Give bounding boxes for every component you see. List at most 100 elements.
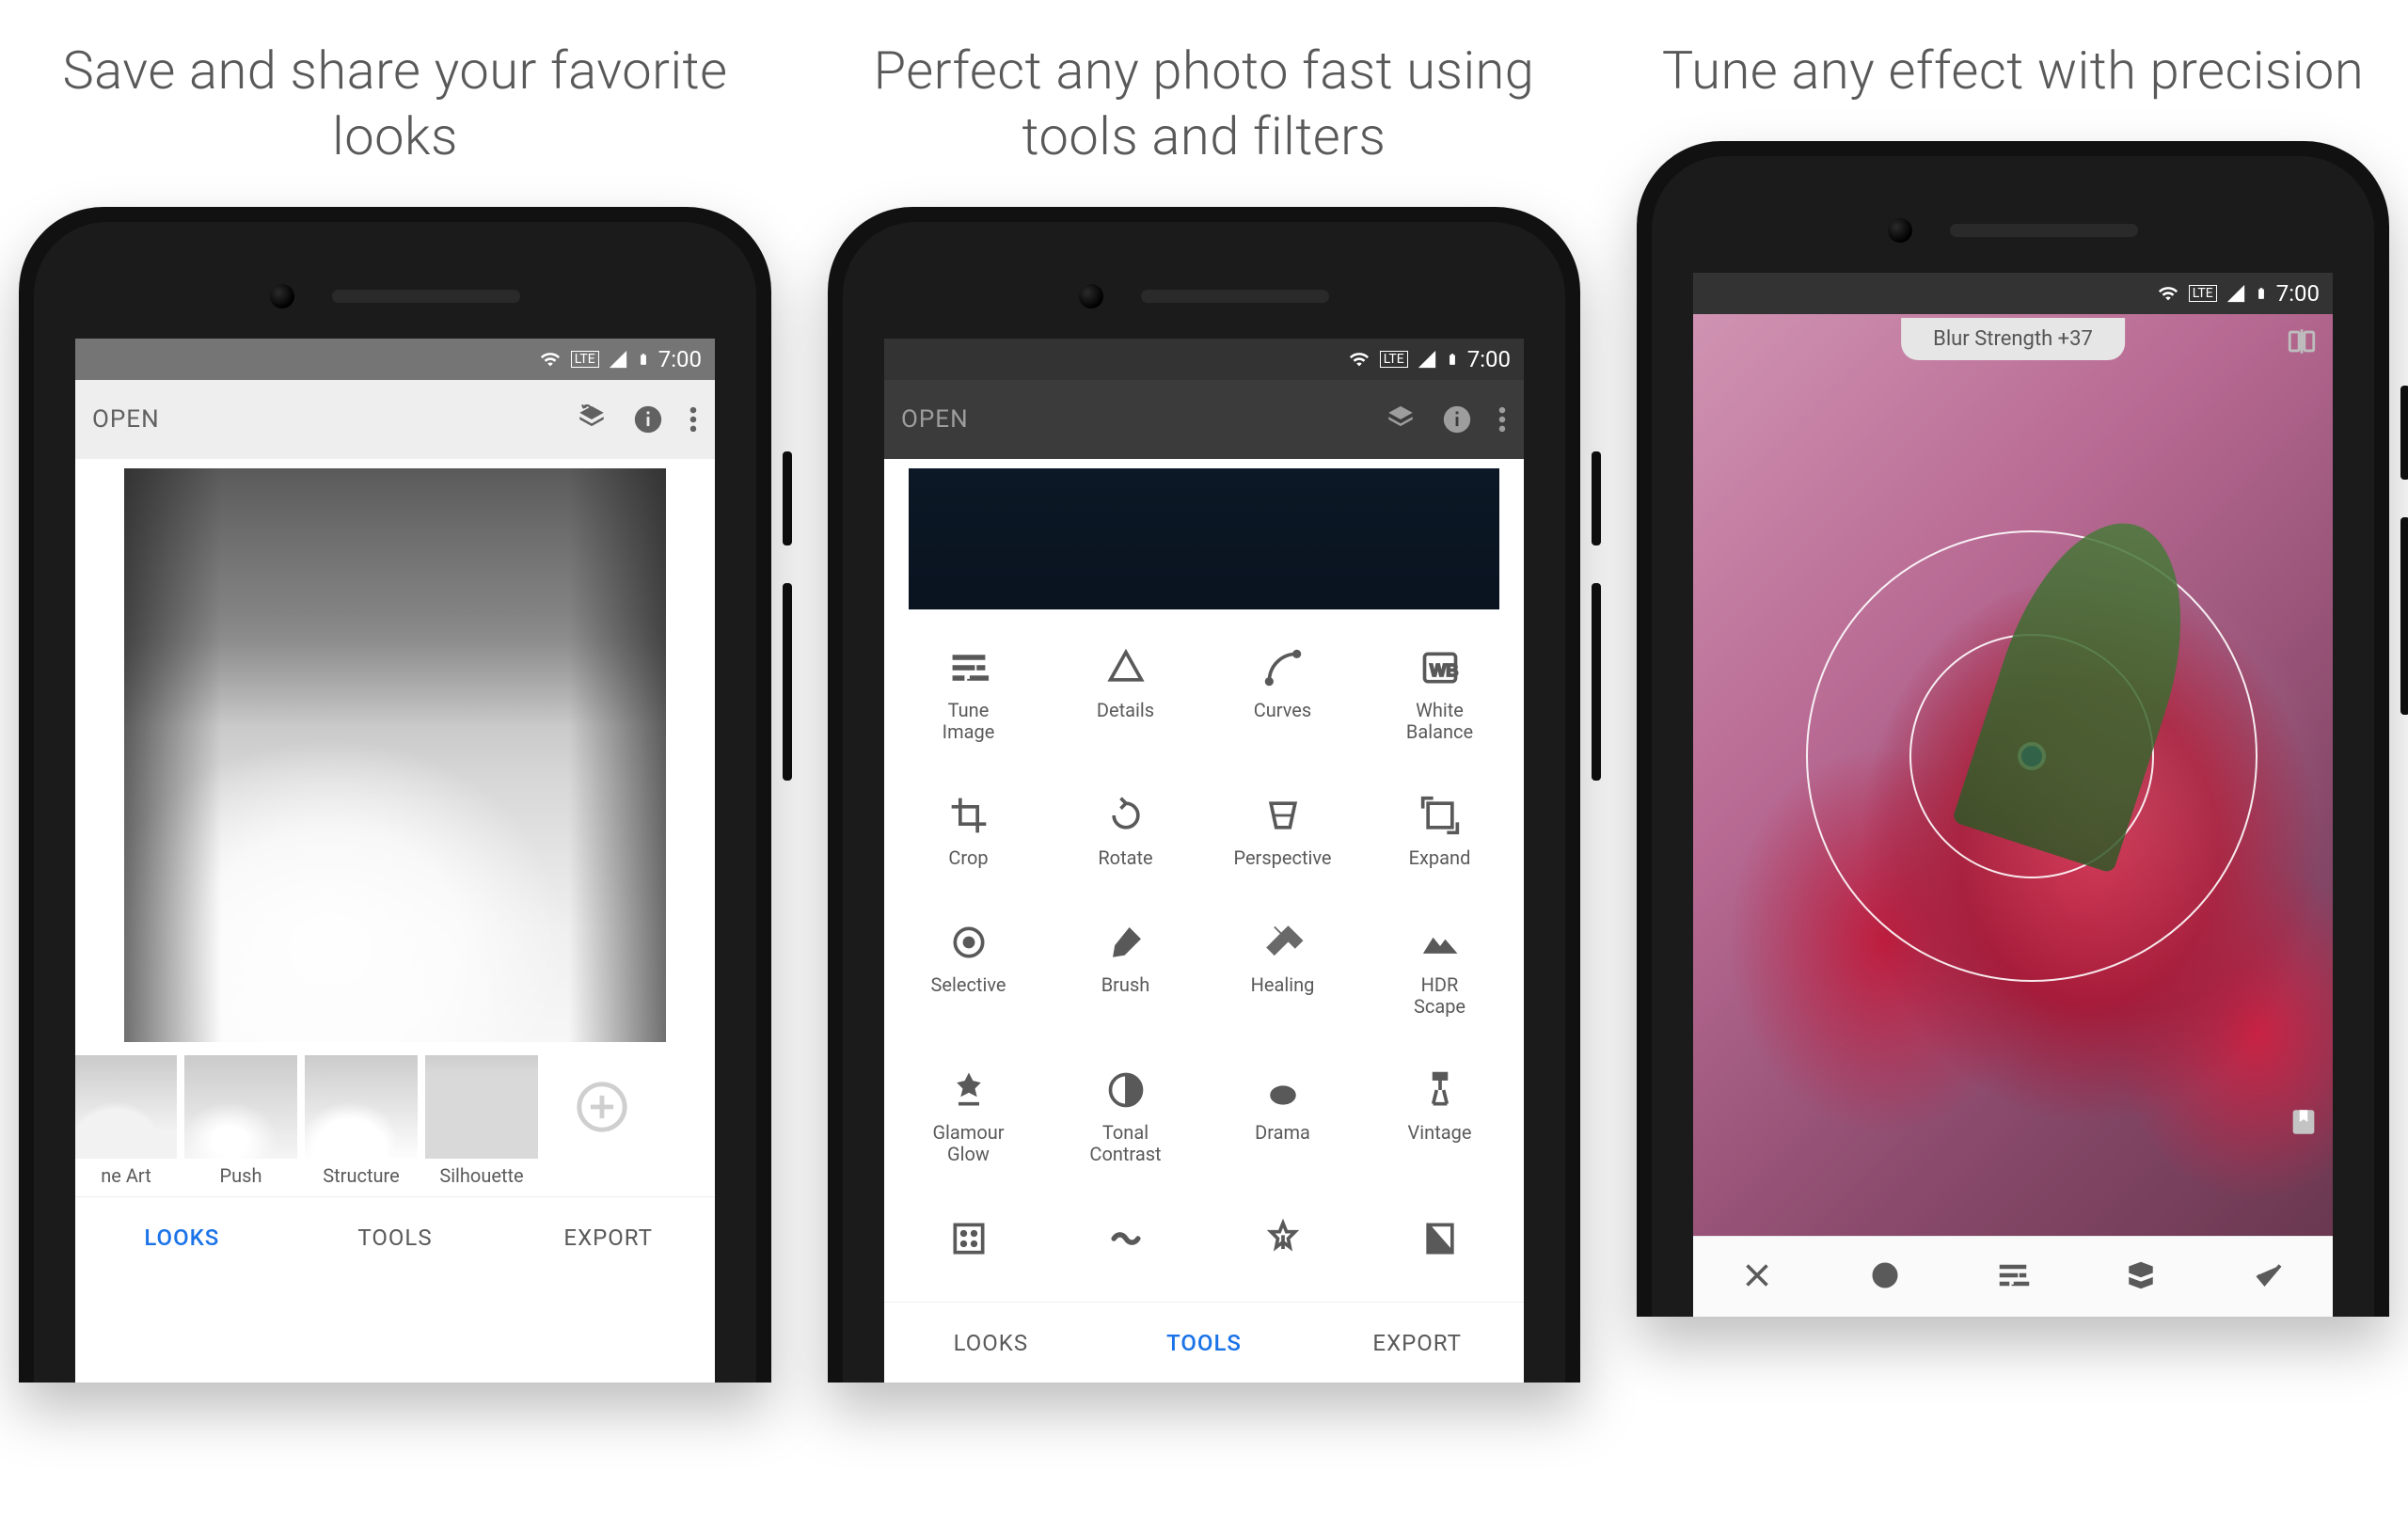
tool-label: Brush — [1101, 974, 1150, 996]
tool-crop[interactable]: Crop — [890, 782, 1047, 891]
look-item[interactable]: Silhouette — [425, 1055, 538, 1196]
dimmed-photo — [909, 468, 1499, 609]
layers-undo-icon[interactable] — [576, 403, 608, 435]
look-label: Push — [220, 1164, 262, 1187]
tab-looks[interactable]: LOOKS — [884, 1303, 1098, 1383]
tool-label: Selective — [931, 974, 1006, 996]
signal-icon — [1417, 349, 1437, 370]
look-label: ne Art — [101, 1164, 150, 1187]
tool-label: Drama — [1255, 1122, 1310, 1144]
styles-button[interactable] — [2124, 1258, 2158, 1296]
look-item[interactable]: Structure — [305, 1055, 418, 1196]
app-bar: OPEN — [884, 380, 1524, 459]
looks-strip[interactable]: ne Art Push Structure Silhouette — [75, 1055, 715, 1196]
battery-icon — [1446, 348, 1459, 371]
lte-icon: LTE — [2189, 285, 2217, 302]
more-icon[interactable] — [1497, 403, 1507, 435]
focus-control[interactable] — [1806, 530, 2258, 982]
tab-export[interactable]: EXPORT — [1310, 1303, 1524, 1383]
selective-button[interactable] — [1868, 1258, 1902, 1296]
tool-glow[interactable]: GlamourGlow — [890, 1056, 1047, 1187]
bookmark-icon[interactable] — [2288, 1106, 2320, 1142]
panel-heading-3: Tune any effect with precision — [1662, 38, 2364, 103]
tool-tonal[interactable]: TonalContrast — [1047, 1056, 1204, 1187]
parameter-chip: Blur Strength +37 — [1901, 318, 2125, 360]
signal-icon — [2226, 283, 2246, 304]
svg-text:WB: WB — [1430, 660, 1459, 680]
tab-tools[interactable]: TOOLS — [289, 1197, 502, 1277]
tool-tune[interactable]: TuneImage — [890, 634, 1047, 765]
add-look-button[interactable] — [546, 1055, 658, 1159]
tool-expand[interactable]: Expand — [1361, 782, 1518, 891]
tool-label: Curves — [1254, 700, 1311, 721]
phone-frame-2: LTE 7:00 OPEN TuneImageD — [828, 207, 1580, 1383]
info-icon[interactable] — [632, 403, 664, 435]
signal-icon — [608, 349, 628, 370]
panel-heading-1: Save and share your favorite looks — [19, 38, 771, 169]
tools-sheet: TuneImage Details Curves WB WhiteBalance Crop… — [884, 624, 1524, 1383]
tool-selective[interactable]: Selective — [890, 909, 1047, 1039]
wifi-icon — [2156, 283, 2180, 304]
apply-button[interactable] — [2252, 1258, 2286, 1296]
tool-label: WhiteBalance — [1406, 700, 1473, 743]
tool-label: Crop — [948, 847, 988, 869]
panel-heading-2: Perfect any photo fast using tools and f… — [828, 38, 1580, 169]
tool-label: Expand — [1409, 847, 1471, 869]
layers-undo-icon[interactable] — [1385, 403, 1417, 435]
phone-frame-1: LTE 7:00 OPEN ne Art — [19, 207, 771, 1383]
tool-curves[interactable]: Curves — [1204, 634, 1361, 765]
edit-toolbar — [1693, 1236, 2333, 1317]
look-item[interactable]: ne Art — [75, 1055, 177, 1196]
tool-label: Healing — [1251, 974, 1315, 996]
tool-label: Perspective — [1233, 847, 1331, 869]
info-icon[interactable] — [1441, 403, 1473, 435]
bottom-tabs: LOOKS TOOLS EXPORT — [884, 1302, 1524, 1383]
status-time: 7:00 — [658, 346, 702, 372]
tool-rotate[interactable]: Rotate — [1047, 782, 1204, 891]
tab-tools[interactable]: TOOLS — [1098, 1303, 1311, 1383]
tool-bw[interactable] — [1361, 1205, 1518, 1292]
look-item[interactable]: Push — [184, 1055, 297, 1196]
tool-label: GlamourGlow — [932, 1122, 1004, 1165]
tool-label: TuneImage — [943, 700, 995, 743]
tool-healing[interactable]: Healing — [1204, 909, 1361, 1039]
wifi-icon — [538, 349, 562, 370]
tool-label: Vintage — [1408, 1122, 1472, 1144]
editing-photo[interactable]: Blur Strength +37 — [1693, 314, 2333, 1236]
tool-label: Details — [1097, 700, 1154, 721]
tool-wb[interactable]: WB WhiteBalance — [1361, 634, 1518, 765]
tool-drama[interactable]: Drama — [1204, 1056, 1361, 1187]
status-bar: LTE 7:00 — [1693, 273, 2333, 314]
tool-grunge[interactable] — [1204, 1205, 1361, 1292]
tool-grainy[interactable] — [890, 1205, 1047, 1292]
look-label: Structure — [323, 1164, 399, 1187]
tool-retro[interactable] — [1047, 1205, 1204, 1292]
tab-looks[interactable]: LOOKS — [75, 1197, 289, 1277]
app-bar: OPEN — [75, 380, 715, 459]
open-button[interactable]: OPEN — [92, 405, 160, 434]
tool-label: Rotate — [1098, 847, 1152, 869]
open-button[interactable]: OPEN — [901, 405, 969, 434]
main-photo[interactable] — [124, 468, 666, 1042]
tool-details[interactable]: Details — [1047, 634, 1204, 765]
status-time: 7:00 — [1467, 346, 1511, 372]
tab-export[interactable]: EXPORT — [501, 1197, 715, 1277]
cancel-button[interactable] — [1740, 1258, 1774, 1296]
lte-icon: LTE — [1380, 351, 1408, 368]
wifi-icon — [1347, 349, 1371, 370]
lte-icon: LTE — [571, 351, 599, 368]
battery-icon — [637, 348, 650, 371]
tool-brush[interactable]: Brush — [1047, 909, 1204, 1039]
bottom-tabs: LOOKS TOOLS EXPORT — [75, 1196, 715, 1277]
focus-center-handle[interactable] — [2018, 742, 2046, 770]
battery-icon — [2255, 282, 2268, 305]
more-icon[interactable] — [689, 403, 698, 435]
tool-perspective[interactable]: Perspective — [1204, 782, 1361, 891]
tool-vintage[interactable]: Vintage — [1361, 1056, 1518, 1187]
compare-icon[interactable] — [2286, 325, 2318, 361]
tune-button[interactable] — [1996, 1258, 2030, 1296]
look-label: Silhouette — [439, 1164, 523, 1187]
tool-hdr[interactable]: HDRScape — [1361, 909, 1518, 1039]
tool-label: TonalContrast — [1089, 1122, 1161, 1165]
status-bar: LTE 7:00 — [75, 339, 715, 380]
